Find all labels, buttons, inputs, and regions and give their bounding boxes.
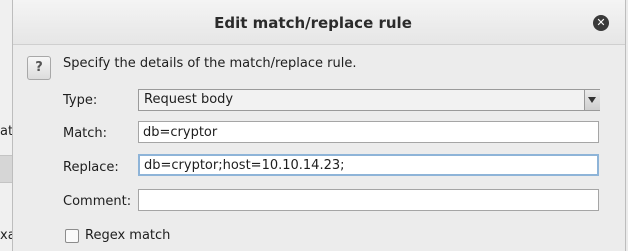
background-panel <box>0 155 12 183</box>
match-label: Match: <box>63 126 108 141</box>
type-select-value: Request body <box>144 92 234 107</box>
match-input[interactable] <box>138 121 599 143</box>
dialog-description: Specify the details of the match/replace… <box>63 56 357 71</box>
replace-label: Replace: <box>63 160 119 175</box>
dialog-titlebar: Edit match/replace rule ✕ <box>13 0 625 45</box>
match-replace-dialog: Edit match/replace rule ✕ ? Specify the … <box>12 0 626 251</box>
regex-match-checkbox[interactable] <box>65 229 79 243</box>
replace-input[interactable] <box>138 154 599 176</box>
chevron-down-icon[interactable] <box>584 90 600 110</box>
comment-label: Comment: <box>63 194 132 209</box>
comment-input[interactable] <box>138 189 599 211</box>
background-label: xa <box>0 228 12 243</box>
help-button[interactable]: ? <box>27 56 51 80</box>
regex-match-label: Regex match <box>85 228 171 243</box>
type-select[interactable]: Request body <box>138 89 600 111</box>
close-icon[interactable]: ✕ <box>593 15 609 31</box>
type-label: Type: <box>63 93 98 108</box>
dialog-title: Edit match/replace rule <box>214 14 412 32</box>
background-label: atch <box>0 124 12 139</box>
